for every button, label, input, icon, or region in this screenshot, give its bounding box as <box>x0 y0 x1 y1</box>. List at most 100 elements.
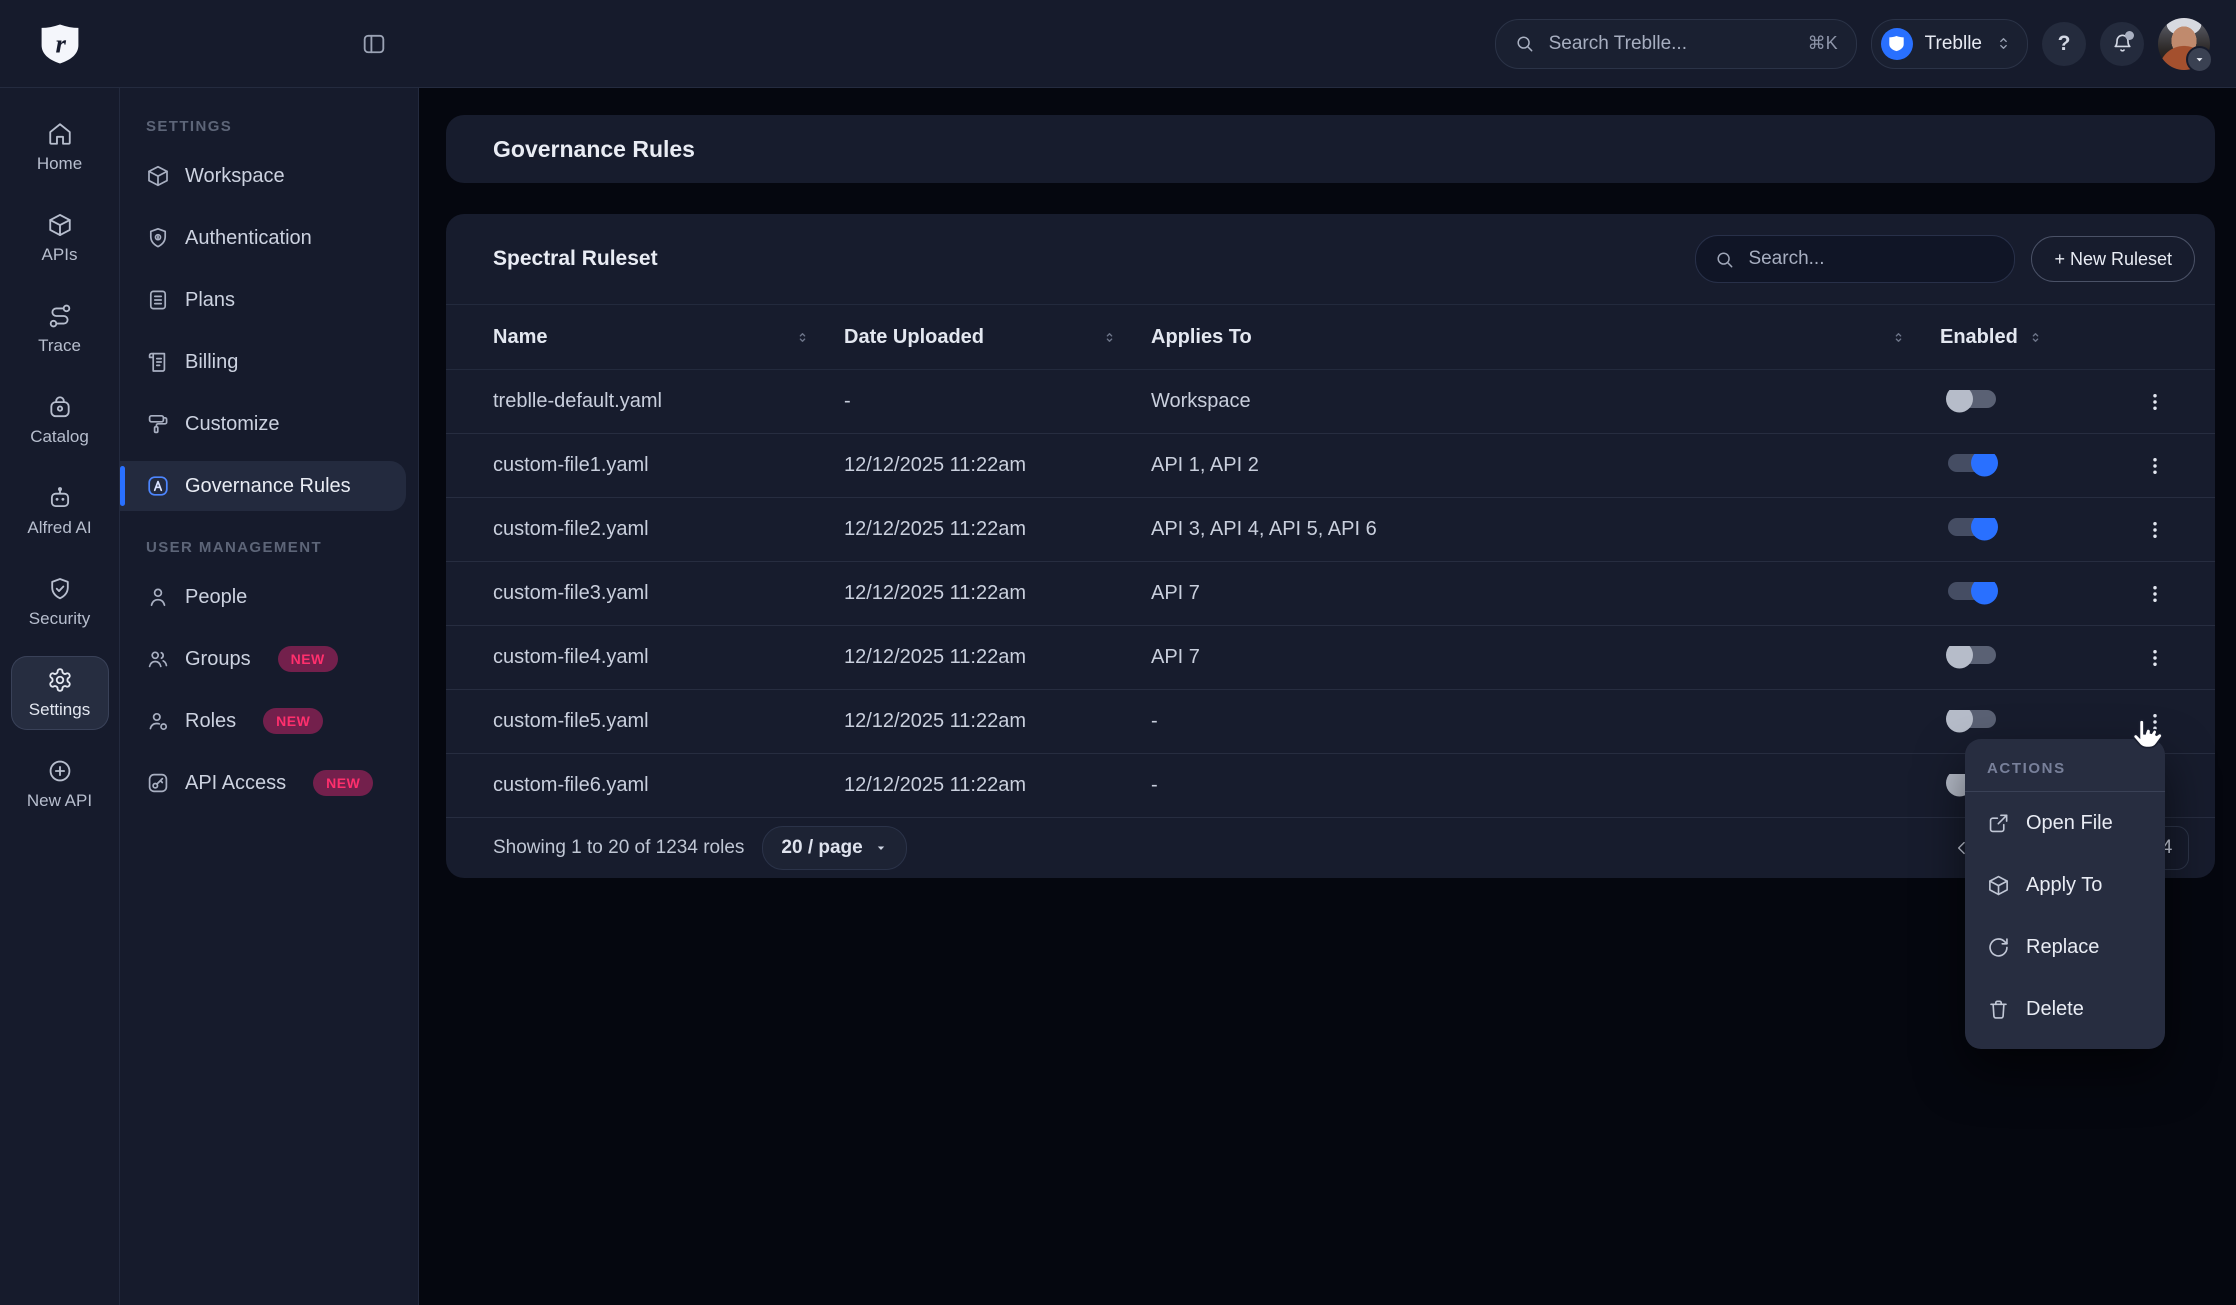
sidebar-item-governance-rules[interactable]: Governance Rules <box>120 461 406 511</box>
column-label: Enabled <box>1940 326 2018 349</box>
rail-item-new-api[interactable]: New API <box>11 747 109 821</box>
table-search-input[interactable] <box>1746 247 1996 271</box>
sidebar-item-api-access[interactable]: API AccessNEW <box>120 758 418 808</box>
global-search-input[interactable] <box>1547 32 1796 56</box>
rail-item-settings[interactable]: Settings <box>11 656 109 730</box>
kebab-icon <box>2144 711 2166 733</box>
cube-icon <box>47 212 73 238</box>
cell-date-uploaded: 12/12/2025 11:22am <box>844 518 1151 541</box>
notifications-button[interactable] <box>2100 22 2144 66</box>
question-icon: ? <box>2058 32 2071 56</box>
table-row: custom-file3.yaml12/12/2025 11:22amAPI 7 <box>446 562 2215 626</box>
rail-item-home[interactable]: Home <box>11 110 109 184</box>
cell-applies-to: API 7 <box>1151 646 1940 669</box>
cell-applies-to: API 1, API 2 <box>1151 454 1940 477</box>
open-file-icon <box>1987 812 2010 835</box>
menu-item-apply-to[interactable]: Apply To <box>1965 854 2165 916</box>
kebab-icon <box>2144 647 2166 669</box>
row-actions-button[interactable] <box>2139 386 2171 418</box>
column-label: Name <box>493 326 547 349</box>
main-content: Governance Rules Spectral Ruleset + New … <box>419 88 2236 1305</box>
cell-enabled <box>1940 518 2110 542</box>
enabled-toggle[interactable] <box>1948 454 1996 472</box>
route-icon <box>47 303 73 329</box>
column-header-date-uploaded[interactable]: Date Uploaded <box>844 326 1151 349</box>
toggle-knob <box>1946 710 1973 733</box>
menu-item-replace[interactable]: Replace <box>1965 916 2165 978</box>
enabled-toggle[interactable] <box>1948 582 1996 600</box>
column-header-name[interactable]: Name <box>446 326 844 349</box>
row-actions-button[interactable] <box>2139 450 2171 482</box>
search-shortcut-hint: ⌘K <box>1808 33 1838 54</box>
table-row: custom-file4.yaml12/12/2025 11:22amAPI 7 <box>446 626 2215 690</box>
panel-left-icon <box>361 31 387 57</box>
cell-name: treblle-default.yaml <box>446 390 844 413</box>
row-actions-button[interactable] <box>2139 578 2171 610</box>
enabled-toggle[interactable] <box>1948 518 1996 536</box>
sidebar-item-plans[interactable]: Plans <box>120 275 418 325</box>
rotate-icon <box>1987 936 2010 959</box>
cell-date-uploaded: 12/12/2025 11:22am <box>844 646 1151 669</box>
cell-enabled <box>1940 582 2110 606</box>
sort-icon <box>1102 330 1117 345</box>
sidebar-item-customize[interactable]: Customize <box>120 399 418 449</box>
robot-icon <box>47 485 73 511</box>
sidebar-item-groups[interactable]: Groups NEW <box>120 634 418 684</box>
receipt-icon <box>146 350 170 374</box>
cell-applies-to: Workspace <box>1151 390 1940 413</box>
workspace-shield-icon <box>1881 28 1913 60</box>
per-page-select[interactable]: 20 / page <box>762 826 906 870</box>
column-header-applies-to[interactable]: Applies To <box>1151 326 1940 349</box>
help-button[interactable]: ? <box>2042 22 2086 66</box>
catalog-icon <box>47 394 73 420</box>
table-header-row: Name Date UploadedApplies ToEnabled <box>446 305 2215 370</box>
showing-text: Showing 1 to 20 of 1234 roles <box>493 837 744 859</box>
row-actions-button[interactable] <box>2139 706 2171 738</box>
column-header-enabled[interactable]: Enabled <box>1940 326 2110 349</box>
rail-item-label: APIs <box>42 245 78 265</box>
cell-date-uploaded: 12/12/2025 11:22am <box>844 454 1151 477</box>
sidebar-item-billing[interactable]: Billing <box>120 337 418 387</box>
row-actions-button[interactable] <box>2139 642 2171 674</box>
cell-date-uploaded: 12/12/2025 11:22am <box>844 710 1151 733</box>
cell-date-uploaded: 12/12/2025 11:22am <box>844 582 1151 605</box>
actions-menu-title: ACTIONS <box>1965 739 2165 791</box>
notification-dot <box>2125 31 2134 40</box>
menu-item-open-file[interactable]: Open File <box>1965 792 2165 854</box>
table-row: custom-file5.yaml12/12/2025 11:22am- <box>446 690 2215 754</box>
new-ruleset-button[interactable]: + New Ruleset <box>2031 236 2195 282</box>
rail-item-apis[interactable]: APIs <box>11 201 109 275</box>
enabled-toggle[interactable] <box>1948 710 1996 728</box>
svg-text:r: r <box>56 28 67 58</box>
sidebar-item-workspace[interactable]: Workspace <box>120 151 418 201</box>
sidebar-item-label: Groups <box>185 648 251 671</box>
enabled-toggle[interactable] <box>1948 646 1996 664</box>
enabled-toggle[interactable] <box>1948 390 1996 408</box>
sidebar-item-roles[interactable]: RolesNEW <box>120 696 418 746</box>
workspace-switcher[interactable]: Treblle <box>1871 19 2028 69</box>
row-actions-button[interactable] <box>2139 514 2171 546</box>
kebab-icon <box>2144 583 2166 605</box>
global-search[interactable]: ⌘K <box>1495 19 1857 69</box>
sidebar-item-people[interactable]: People <box>120 572 418 622</box>
table-search[interactable] <box>1695 235 2015 283</box>
cell-enabled <box>1940 390 2110 414</box>
sidebar-collapse-button[interactable] <box>357 27 391 61</box>
user-avatar[interactable] <box>2158 18 2210 70</box>
rail-item-alfred-ai[interactable]: Alfred AI <box>11 474 109 548</box>
treblle-logo[interactable]: r <box>0 21 120 67</box>
kebab-icon <box>2144 391 2166 413</box>
rail-item-catalog[interactable]: Catalog <box>11 383 109 457</box>
rail-item-security[interactable]: Security <box>11 565 109 639</box>
search-icon <box>1714 249 1735 270</box>
toggle-knob <box>1971 454 1998 477</box>
menu-item-delete[interactable]: Delete <box>1965 978 2165 1040</box>
cell-enabled <box>1940 454 2110 478</box>
cell-date-uploaded: - <box>844 390 1151 413</box>
table-footer: Showing 1 to 20 of 1234 roles 20 / page … <box>446 818 2215 878</box>
sidebar-item-authentication[interactable]: Authentication <box>120 213 418 263</box>
new-badge: NEW <box>278 646 338 672</box>
rail-item-trace[interactable]: Trace <box>11 292 109 366</box>
table-row: treblle-default.yaml-Workspace <box>446 370 2215 434</box>
toggle-knob <box>1971 582 1998 605</box>
